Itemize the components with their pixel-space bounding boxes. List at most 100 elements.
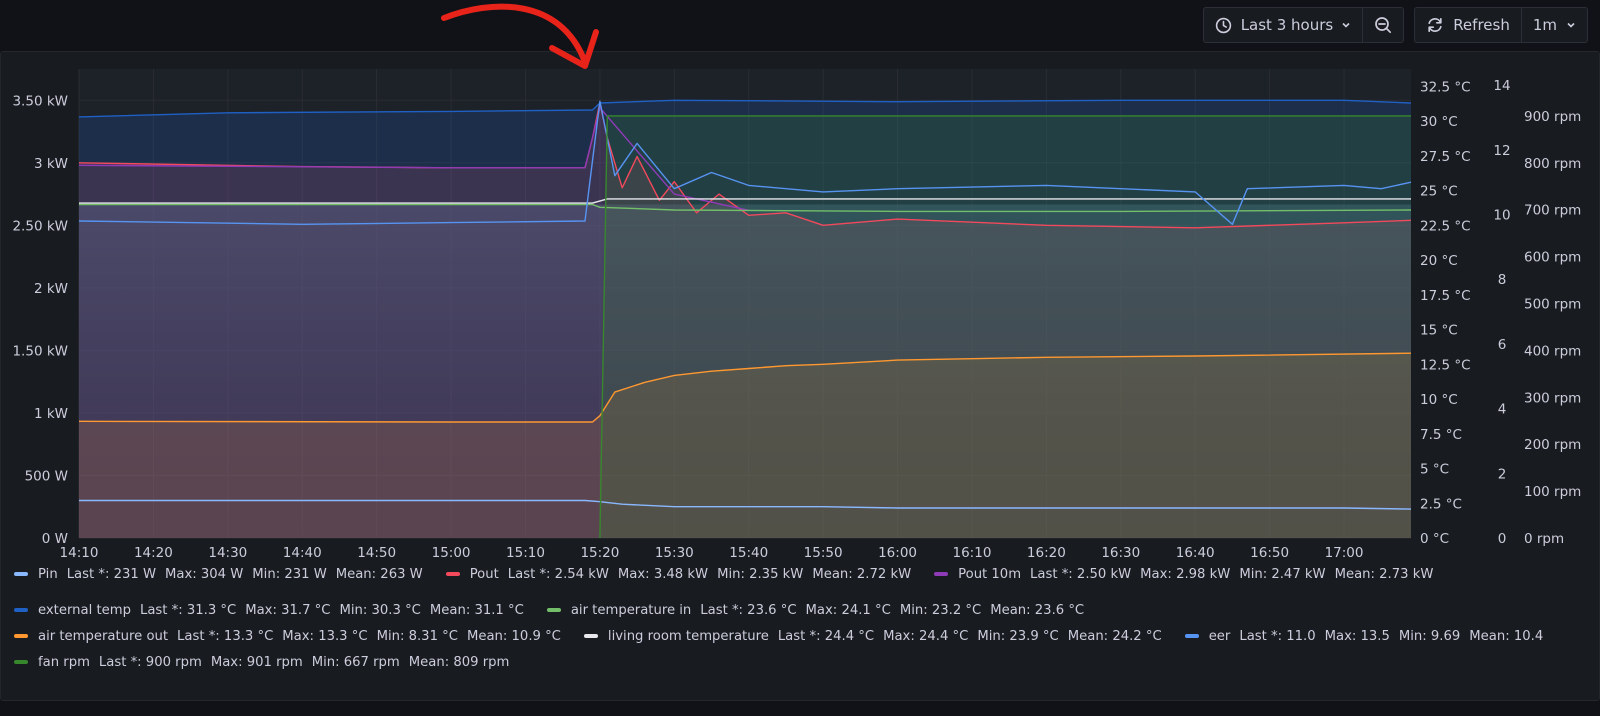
temperature-tick-label: 2.5 °C [1420, 496, 1462, 512]
legend-item[interactable]: living room temperature Last *: 24.4 °C Ma… [583, 628, 1171, 644]
legend-stat-mean: Mean: 809 rpm [408, 654, 510, 670]
legend-stat-mean: Mean: 10.9 °C [466, 628, 561, 644]
temperature-tick-label: 10 °C [1420, 392, 1458, 408]
eer-tick-label: 8 [1498, 272, 1507, 288]
y-tick-label: 3 kW [34, 156, 68, 172]
legend-series-name: Pout [469, 566, 499, 582]
legend-series-name: eer [1208, 628, 1231, 644]
legend-row: air temperature out Last *: 13.3 °C Max: 1… [14, 623, 1574, 649]
x-tick-label: 16:10 [953, 545, 992, 561]
x-tick-label: 15:40 [729, 545, 768, 561]
legend-stat-mean: Mean: 23.6 °C [990, 602, 1085, 618]
legend-item[interactable]: air temperature out Last *: 13.3 °C Max: 1… [14, 629, 570, 644]
legend-series-name: Pin [38, 566, 58, 582]
chart-legend: Pin Last *: 231 W Max: 304 W Min: 231 W Mean… [14, 561, 1574, 675]
legend-series-name: fan rpm [38, 654, 90, 670]
legend-stat-mean: Mean: 10.4 [1469, 628, 1544, 644]
legend-item[interactable]: fan rpm Last *: 900 rpm Max: 901 rpm Min: 6… [14, 655, 518, 670]
x-tick-label: 16:40 [1176, 545, 1215, 561]
legend-series-name: Pout 10m [958, 566, 1022, 582]
temperature-tick-label: 20 °C [1420, 253, 1458, 269]
x-tick-label: 14:30 [208, 545, 247, 561]
temperature-tick-label: 25 °C [1420, 184, 1458, 200]
legend-stat-last: Last *: 23.6 °C [700, 602, 797, 618]
x-tick-label: 14:20 [134, 545, 173, 561]
x-tick-label: 14:50 [357, 545, 396, 561]
legend-item[interactable]: air temperature in Last *: 23.6 °C Max: 24… [546, 602, 1093, 618]
x-tick-label: 16:50 [1250, 545, 1289, 561]
legend-item[interactable]: eer Last *: 11.0 Max: 13.5 Min: 9.69 Mean: 1… [1184, 628, 1553, 644]
legend-stat-min: Min: 23.9 °C [977, 628, 1059, 644]
series-area-fan-rpm [599, 115, 1411, 539]
legend-stat-last: Last *: 11.0 [1239, 628, 1316, 644]
temperature-tick-label: 15 °C [1420, 323, 1458, 339]
eer-tick-label: 2 [1498, 466, 1507, 482]
legend-item[interactable]: Pout Last *: 2.54 kW Max: 3.48 kW Min: 2.35… [445, 566, 920, 582]
legend-item[interactable]: Pout 10m Last *: 2.50 kW Max: 2.98 kW Min: … [934, 567, 1442, 582]
temperature-tick-label: 22.5 °C [1420, 218, 1471, 234]
legend-stat-last: Last *: 31.3 °C [139, 602, 237, 618]
legend-series-name: air temperature in [570, 602, 692, 618]
y-tick-label: 500 W [25, 468, 68, 484]
fan-tick-label: 200 rpm [1524, 437, 1581, 453]
legend-stat-max: Max: 13.3 °C [282, 628, 368, 644]
legend-stat-last: Last *: 24.4 °C [777, 628, 875, 644]
legend-stat-mean: Mean: 24.2 °C [1067, 628, 1162, 644]
legend-series-name: air temperature out [38, 628, 169, 644]
legend-stat-min: Min: 231 W [252, 566, 327, 582]
temperature-tick-label: 30 °C [1420, 114, 1458, 130]
legend-stat-min: Min: 23.2 °C [899, 602, 982, 618]
legend-swatch [14, 572, 28, 576]
y-tick-label: 2.50 kW [12, 218, 68, 234]
legend-item[interactable]: Pin Last *: 231 W Max: 304 W Min: 231 W Mean… [14, 567, 432, 582]
x-tick-label: 15:10 [506, 545, 545, 561]
legend-stat-last: Last *: 231 W [66, 566, 156, 582]
legend-row: Pin Last *: 231 W Max: 304 W Min: 231 W Mean… [14, 561, 1574, 587]
legend-stat-min: Min: 8.31 °C [376, 628, 458, 644]
legend-stat-min: Min: 2.35 kW [717, 566, 804, 582]
x-tick-label: 15:30 [655, 545, 694, 561]
legend-stat-mean: Mean: 2.72 kW [812, 566, 912, 582]
fan-tick-label: 300 rpm [1524, 390, 1581, 406]
legend-stat-max: Max: 31.7 °C [245, 602, 331, 618]
legend-series-name: living room temperature [607, 628, 769, 644]
x-tick-label: 15:20 [580, 545, 619, 561]
legend-stat-mean: Mean: 2.73 kW [1334, 566, 1434, 582]
legend-stat-max: Max: 304 W [164, 566, 244, 582]
fan-tick-label: 700 rpm [1524, 203, 1581, 219]
fan-tick-label: 600 rpm [1524, 250, 1581, 266]
y-tick-label: 3.50 kW [12, 93, 68, 109]
legend-swatch [14, 608, 28, 612]
fan-tick-label: 900 rpm [1524, 109, 1581, 125]
legend-swatch [14, 634, 28, 638]
eer-tick-label: 4 [1498, 402, 1507, 418]
legend-stat-min: Min: 30.3 °C [339, 602, 421, 618]
legend-stat-max: Max: 13.5 [1324, 628, 1390, 644]
legend-stat-min: Min: 2.47 kW [1239, 566, 1326, 582]
legend-item[interactable]: external temp Last *: 31.3 °C Max: 31.7 °C… [14, 603, 533, 618]
temperature-tick-label: 0 °C [1420, 531, 1449, 547]
fan-tick-label: 500 rpm [1524, 297, 1581, 313]
x-tick-label: 14:40 [283, 545, 322, 561]
temperature-tick-label: 12.5 °C [1420, 357, 1471, 373]
fan-tick-label: 100 rpm [1524, 484, 1581, 500]
x-tick-label: 17:00 [1325, 545, 1364, 561]
fan-tick-label: 0 rpm [1524, 531, 1564, 547]
x-tick-label: 16:30 [1101, 545, 1140, 561]
y-tick-label: 2 kW [34, 281, 68, 297]
legend-swatch [546, 608, 561, 612]
legend-stat-min: Min: 9.69 [1398, 628, 1461, 644]
eer-tick-label: 14 [1493, 78, 1510, 94]
temperature-tick-label: 7.5 °C [1420, 427, 1462, 443]
legend-stat-max: Max: 24.1 °C [805, 602, 891, 618]
temperature-tick-label: 27.5 °C [1420, 149, 1471, 165]
eer-tick-label: 0 [1498, 531, 1507, 547]
eer-tick-label: 10 [1493, 208, 1510, 224]
y-tick-label: 0 W [42, 531, 68, 547]
legend-stat-max: Max: 2.98 kW [1140, 566, 1231, 582]
temperature-tick-label: 5 °C [1420, 462, 1449, 478]
x-tick-label: 14:10 [60, 545, 99, 561]
y-tick-label: 1.50 kW [12, 343, 68, 359]
legend-stat-last: Last *: 2.54 kW [507, 566, 609, 582]
legend-swatch [934, 572, 949, 576]
